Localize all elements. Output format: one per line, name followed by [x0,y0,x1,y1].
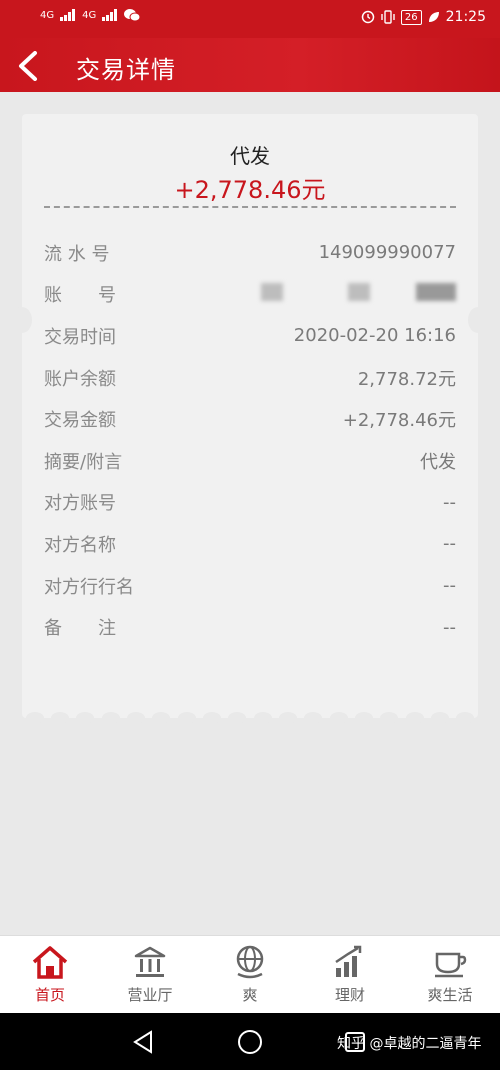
detail-value: 2020-02-20 16:16 [293,325,456,347]
watermark-text: 知乎 @卓越的二逼青年 [337,1036,482,1052]
detail-label: 流 水 号 [44,243,110,265]
detail-row-remark: 备 注 -- [44,606,456,648]
vibrate-icon [381,10,395,24]
transaction-type: 代发 [230,144,270,168]
tab-label: 理财 [334,986,365,1004]
detail-value: +2,778.46元 [342,410,456,432]
detail-label: 对方名称 [44,534,116,556]
detail-row-counterparty-account: 对方账号 -- [44,482,456,524]
chart-up-icon [335,945,362,977]
tab-label: 爽 [242,986,258,1004]
detail-row-memo: 摘要/附言 代发 [44,440,456,482]
alarm-icon [361,10,375,24]
back-button[interactable] [8,46,48,86]
detail-value: -- [443,533,456,555]
card-notch-right [468,307,488,333]
detail-label: 备 注 [44,618,116,640]
detail-value: 149099990077 [318,242,456,264]
detail-label: 交易金额 [44,410,116,432]
detail-row-counterparty-bank: 对方行行名 -- [44,565,456,607]
detail-label: 对方行行名 [44,576,134,598]
tab-label: 首页 [34,986,65,1004]
app-header: 交易详情 [0,38,500,92]
detail-value: 2,778.72元 [357,368,456,390]
chevron-left-icon [19,51,37,81]
wechat-icon [124,9,141,22]
redaction-block [416,282,456,301]
tab-branch[interactable]: 营业厅 [100,936,200,1013]
nav-back-button[interactable] [128,1027,158,1057]
detail-row-account: 账 号 [44,274,456,316]
card-notch-left [12,307,32,333]
detail-row-amount: 交易金额 +2,778.46元 [44,398,456,440]
redaction-block [260,282,283,301]
status-time: 21:25 [445,9,486,25]
receipt-card: 代发 +2,778.46元 流 水 号 149099990077 账 号 交易时… [12,114,488,724]
globe-icon [236,945,264,979]
bank-icon [134,946,166,977]
detail-row-time: 交易时间 2020-02-20 16:16 [44,315,456,357]
status-bar: 4G 4G 26 21:25 [0,0,500,38]
transaction-amount: +2,778.46元 [174,176,326,204]
detail-row-counterparty-name: 对方名称 -- [44,523,456,565]
system-nav-bar: 知乎 @卓越的二逼青年 [0,1013,500,1070]
detail-value: -- [443,491,456,513]
coffee-cup-icon [435,952,467,978]
detail-row-serial: 流 水 号 149099990077 [44,232,456,274]
battery-indicator: 26 [400,9,422,25]
dashed-divider [44,206,456,208]
tab-home[interactable]: 首页 [0,936,100,1013]
detail-label: 交易时间 [44,326,116,348]
detail-label: 对方账号 [44,493,116,515]
tab-label: 营业厅 [127,986,173,1004]
triangle-back-icon [133,1030,152,1054]
network-indicator-2: 4G [82,9,97,21]
home-icon [32,946,68,979]
detail-row-balance: 账户余额 2,778.72元 [44,357,456,399]
nav-home-button[interactable] [235,1027,265,1057]
tab-life[interactable]: 爽生活 [400,936,500,1013]
signal-icon [60,9,76,21]
detail-label: 摘要/附言 [44,451,123,473]
detail-label: 账户余额 [44,368,116,390]
tab-finance[interactable]: 理财 [300,936,400,1013]
detail-label: 账 号 [44,285,116,307]
bottom-tab-bar: 首页 营业厅 爽 理财 爽生活 [0,935,500,1013]
tab-shuang[interactable]: 爽 [200,936,300,1013]
receipt-scalloped-edge [22,712,478,724]
status-left: 4G 4G [40,8,141,22]
detail-value: -- [443,616,456,638]
detail-rows: 流 水 号 149099990077 账 号 交易时间 2020-02-20 1… [44,232,456,648]
page-title: 交易详情 [76,56,176,84]
circle-home-icon [238,1030,262,1054]
account-number-redacted [253,282,456,306]
redaction-block [348,282,371,301]
signal-icon [102,9,118,21]
status-right: 26 21:25 [361,9,486,25]
detail-value: -- [443,575,456,597]
tab-label: 爽生活 [427,986,473,1004]
network-indicator-1: 4G [40,9,55,21]
detail-value: 代发 [420,451,456,473]
leaf-icon [428,12,439,22]
